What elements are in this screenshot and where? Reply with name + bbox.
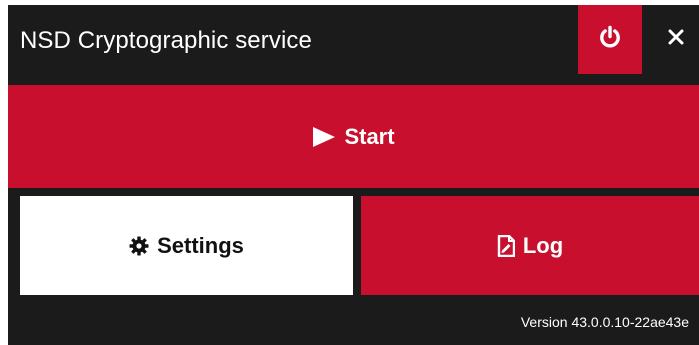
start-button-label: Start: [344, 123, 395, 149]
close-button[interactable]: [652, 5, 699, 74]
window-title: NSD Cryptographic service: [20, 27, 312, 54]
app-window: NSD Cryptographic service Start Settings…: [8, 5, 699, 345]
settings-button-label: Settings: [157, 232, 244, 258]
settings-button[interactable]: Settings: [20, 196, 353, 295]
log-button[interactable]: Log: [361, 196, 699, 295]
close-icon: [668, 29, 684, 50]
start-button[interactable]: Start: [8, 85, 699, 188]
log-button-label: Log: [522, 232, 564, 258]
gear-icon: [129, 236, 149, 256]
power-button[interactable]: [578, 5, 642, 74]
play-icon: [312, 126, 336, 148]
document-icon: [497, 234, 515, 257]
version-label: Version 43.0.0.10-22ae43e: [520, 314, 689, 330]
power-icon: [598, 25, 622, 54]
